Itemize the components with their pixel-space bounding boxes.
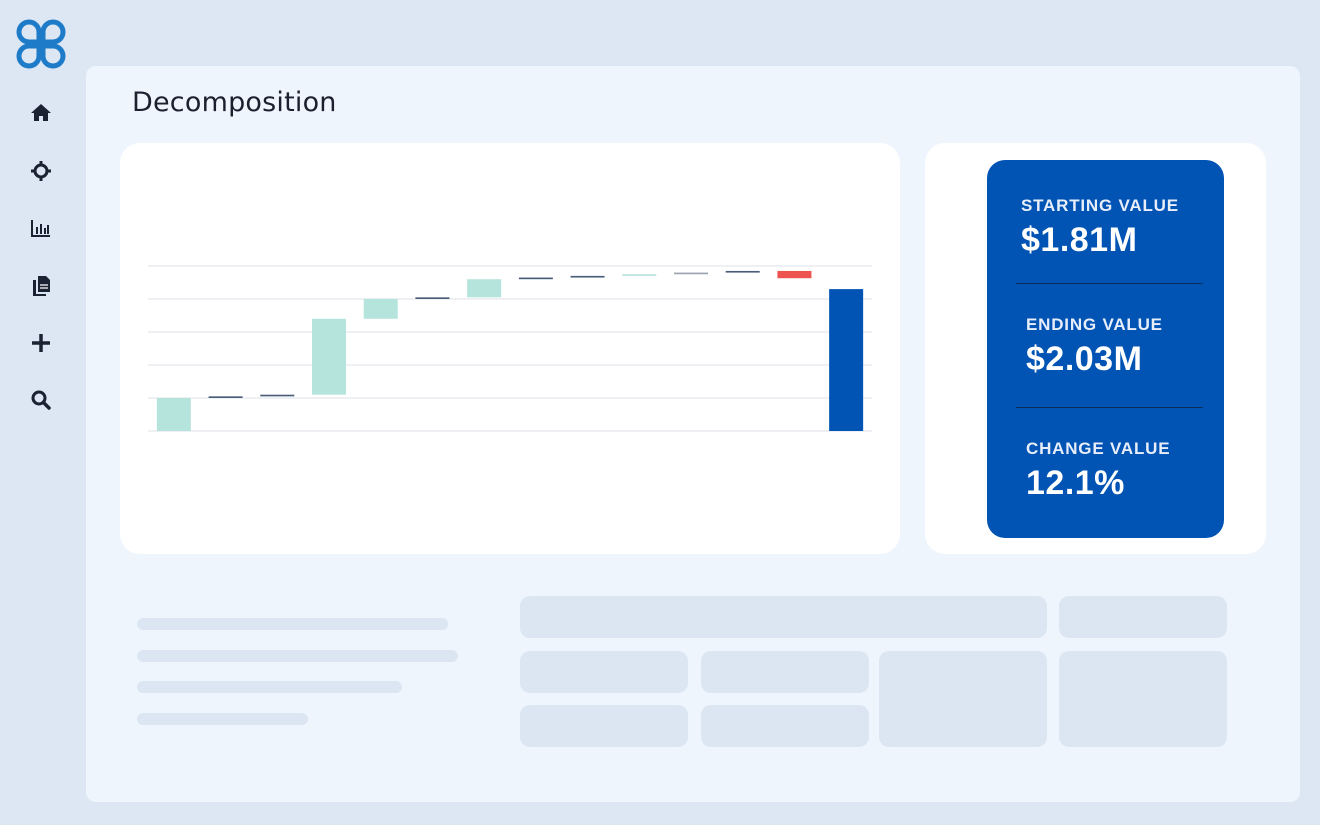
- starting-value-label: STARTING VALUE: [1021, 196, 1179, 215]
- waterfall-chart-card: [120, 143, 900, 554]
- skeleton-block: [1059, 596, 1227, 638]
- waterfall-bar[interactable]: [156, 398, 191, 431]
- waterfall-bar[interactable]: [363, 299, 398, 319]
- waterfall-bar[interactable]: [312, 318, 346, 395]
- waterfall-bar[interactable]: [260, 394, 295, 397]
- total-bar[interactable]: [829, 289, 864, 431]
- clover-logo-icon[interactable]: [15, 18, 67, 70]
- skeleton-line: [137, 713, 308, 725]
- cog-sync-icon: [31, 161, 51, 181]
- skeleton-block: [879, 651, 1047, 747]
- waterfall-bar[interactable]: [415, 297, 450, 299]
- skeleton-block: [701, 651, 869, 693]
- change-value-label: CHANGE VALUE: [1026, 439, 1171, 458]
- page-title: Decomposition: [132, 87, 337, 118]
- waterfall-bar[interactable]: [674, 272, 708, 275]
- nav-add[interactable]: [24, 328, 58, 358]
- skeleton-line: [137, 650, 458, 662]
- bar-chart-icon: [31, 220, 50, 237]
- home-icon: [31, 104, 51, 121]
- waterfall-bar[interactable]: [467, 279, 502, 298]
- ending-value-stat: ENDING VALUE $2.03M: [1026, 315, 1163, 379]
- skeleton-block: [1059, 651, 1227, 747]
- nav-home[interactable]: [24, 98, 58, 128]
- skeleton-block: [520, 705, 688, 747]
- documents-icon: [33, 276, 50, 296]
- ending-value-amount: $2.03M: [1026, 340, 1143, 378]
- ending-value-label: ENDING VALUE: [1026, 315, 1163, 334]
- waterfall-bar[interactable]: [570, 275, 605, 278]
- skeleton-line: [137, 681, 402, 693]
- waterfall-chart: [148, 265, 872, 432]
- skeleton-line: [137, 618, 448, 630]
- skeleton-block: [701, 705, 869, 747]
- waterfall-bar[interactable]: [777, 270, 812, 279]
- nav-settings-sync[interactable]: [24, 156, 58, 186]
- waterfall-bar[interactable]: [725, 270, 760, 273]
- stat-divider: [1016, 407, 1203, 408]
- change-value-amount: 12.1%: [1026, 464, 1125, 502]
- starting-value-stat: STARTING VALUE $1.81M: [1021, 196, 1179, 260]
- plus-icon: [32, 334, 50, 352]
- waterfall-bar[interactable]: [518, 277, 553, 280]
- stat-divider: [1016, 283, 1203, 284]
- stats-panel: STARTING VALUE $1.81M ENDING VALUE $2.03…: [987, 160, 1224, 538]
- nav-analytics[interactable]: [24, 213, 58, 243]
- waterfall-bar[interactable]: [622, 274, 657, 276]
- skeleton-block: [520, 651, 688, 693]
- nav-documents[interactable]: [24, 271, 58, 301]
- change-value-stat: CHANGE VALUE 12.1%: [1026, 439, 1170, 503]
- starting-value-amount: $1.81M: [1021, 221, 1138, 259]
- nav-search[interactable]: [24, 385, 58, 415]
- waterfall-bar[interactable]: [208, 396, 243, 398]
- search-icon: [31, 390, 51, 410]
- skeleton-block: [520, 596, 1047, 638]
